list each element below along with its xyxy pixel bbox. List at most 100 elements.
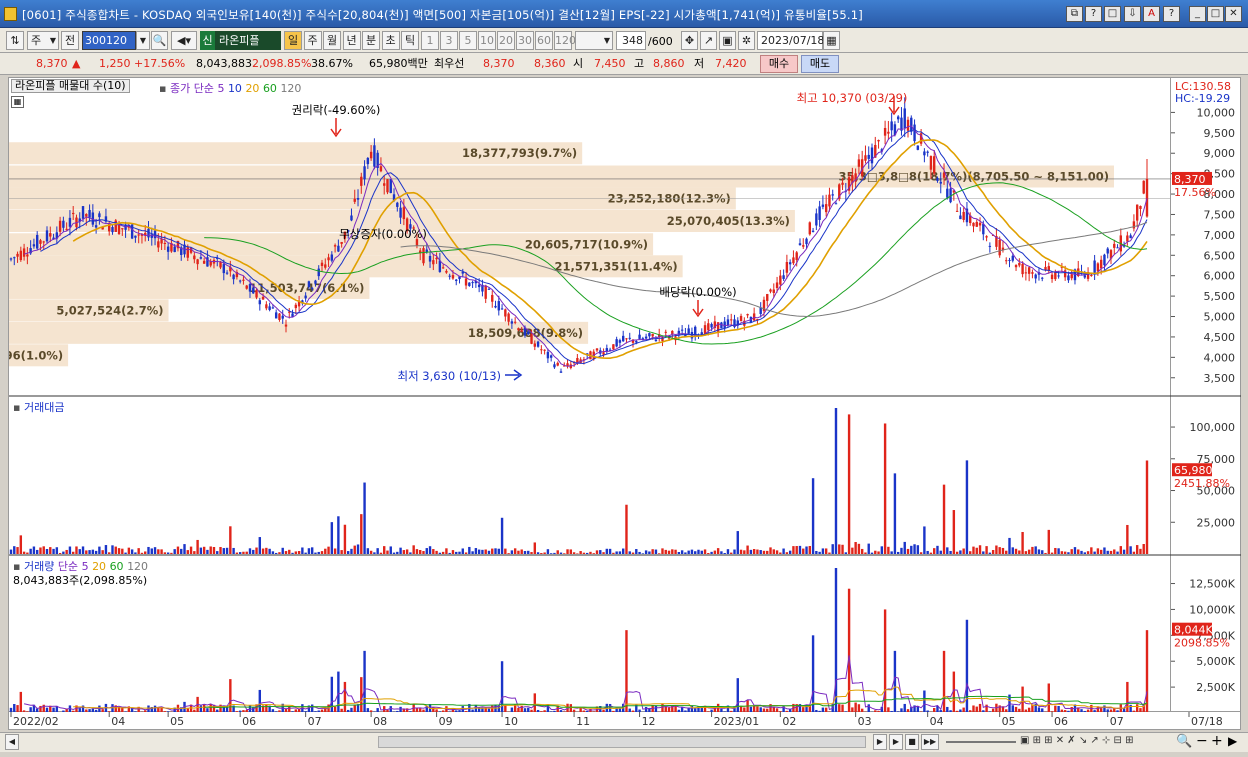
interval-button-60[interactable]: 60 (535, 31, 553, 50)
save-icon[interactable]: ▣ (719, 31, 736, 50)
interval-button-1[interactable]: 1 (421, 31, 439, 50)
amount-bar (435, 550, 438, 554)
volume-tag-label: 8,044K (1174, 624, 1213, 637)
scroll-thumb[interactable] (378, 736, 866, 748)
amount-bar (517, 550, 520, 554)
amount-bar (530, 552, 533, 554)
date-input[interactable]: 2023/07/18 (757, 31, 824, 50)
sell-button[interactable]: 매도 (801, 55, 839, 73)
amount-bar (527, 550, 530, 554)
close-button[interactable]: ✕ (1225, 6, 1242, 22)
buy-button[interactable]: 매수 (760, 55, 798, 73)
restore-link-icon[interactable]: ⧉ (1066, 6, 1083, 22)
count-input[interactable]: 348 (616, 31, 646, 50)
scroll-left-icon[interactable]: ◀ (5, 734, 19, 750)
candle-body (314, 280, 317, 284)
amount-bar (1099, 549, 1103, 554)
period-tab-5[interactable]: 초 (381, 31, 400, 50)
help-icon[interactable]: ? (1085, 6, 1102, 22)
amount-bar (196, 539, 199, 554)
high-annotation: 최고 10,370 (03/29) (797, 91, 908, 105)
interval-dropdown[interactable]: ▼ (575, 31, 613, 50)
draw-tools-icon[interactable]: ▣ ⊞ ⊞ ✕ ✗ ↘ ↗ ⊹ ⊟ ⊞ (1020, 735, 1133, 746)
amount-bar (163, 552, 167, 554)
gear-icon[interactable]: ✲ (738, 31, 755, 50)
amount-bar (140, 552, 144, 554)
interval-button-5[interactable]: 5 (459, 31, 477, 50)
period-tab-2[interactable]: 월 (323, 31, 341, 50)
candle-body (638, 334, 641, 339)
candle-body (625, 338, 628, 340)
volume-bars (9, 568, 1149, 713)
candle-body (19, 250, 23, 261)
zoom-plus-icon[interactable]: + (1211, 733, 1223, 749)
candle-body (248, 284, 252, 292)
candle-body (513, 321, 517, 323)
candle-body (1057, 275, 1060, 277)
candle-body (612, 344, 615, 350)
draw-line-icon[interactable]: ↗ (700, 31, 717, 50)
search-icon[interactable]: 🔍 (151, 31, 168, 50)
maximize-button[interactable]: □ (1207, 6, 1224, 22)
interval-button-3[interactable]: 3 (440, 31, 458, 50)
minimize-button[interactable]: _ (1189, 6, 1206, 22)
amount-bar (461, 548, 464, 554)
calendar-icon[interactable]: ▦ (823, 31, 840, 50)
amount-bar (317, 551, 320, 554)
signal-badge[interactable]: 신 (200, 31, 215, 50)
candle-body (238, 280, 242, 282)
window-icon[interactable]: □ (1104, 6, 1121, 22)
amount-bar (268, 548, 271, 554)
font-icon[interactable]: A (1143, 6, 1160, 22)
period-tab-0[interactable]: 일 (284, 31, 302, 50)
period-select[interactable]: 주 ▼ (27, 31, 59, 50)
interval-button-30[interactable]: 30 (516, 31, 534, 50)
volume-profile-label: 21,571,351(11.4%) (554, 259, 677, 273)
zoom-minus-icon[interactable]: − (1196, 733, 1208, 749)
price-panel-title[interactable]: 라온피플 매물대 수(10) (11, 79, 130, 93)
amount-bar (965, 460, 969, 554)
period-tab-6[interactable]: 틱 (401, 31, 419, 50)
interval-button-10[interactable]: 10 (478, 31, 496, 50)
stock-code-input[interactable]: 300120 (82, 31, 136, 50)
chart-area[interactable]: 35,3□3,8□8(18.7%)(8,705.50 ~ 8,151.00) 18… (8, 77, 1172, 713)
candle-body (255, 290, 258, 298)
best-quote-label: 최우선 (434, 57, 465, 70)
candle-body (268, 306, 271, 310)
period-tab-4[interactable]: 분 (362, 31, 380, 50)
amount-bar (206, 549, 209, 554)
amount-bar (278, 552, 281, 554)
cursor-icon[interactable]: ✥ (681, 31, 698, 50)
amount-bar (1031, 546, 1034, 554)
chart-canvas[interactable]: 35,3□3,8□8(18.7%)(8,705.50 ~ 8,151.00)18… (9, 78, 1172, 713)
grid-icon[interactable]: ▦ (11, 96, 24, 108)
amount-bar (811, 478, 815, 554)
interval-button-20[interactable]: 20 (497, 31, 515, 50)
pin-icon[interactable]: ⇅ (6, 31, 24, 50)
interval-button-120[interactable]: 120 (554, 31, 576, 50)
stop-icon[interactable]: ■ (905, 734, 919, 750)
save-screen-icon[interactable]: ⇩ (1124, 6, 1141, 22)
zoom-out-icon[interactable]: 🔍 (1176, 734, 1192, 749)
period-tab-1[interactable]: 주 (303, 31, 322, 50)
current-price: 8,370 (36, 57, 68, 70)
x-tick-label: 04 (930, 715, 944, 728)
amount-bar (946, 547, 949, 554)
amount-bar (867, 543, 870, 554)
amount-bar (1018, 550, 1021, 554)
volume-bar (811, 635, 815, 713)
low-annotation: 최저 3,630 (10/13) (397, 369, 501, 383)
zoom-slider[interactable] (946, 741, 1016, 743)
play-icon[interactable]: ▶ (889, 734, 903, 750)
scroll-right-icon[interactable]: ▶ (873, 734, 887, 750)
period-tab-3[interactable]: 년 (342, 31, 361, 50)
code-dropdown-icon[interactable]: ▼ (136, 31, 150, 50)
question-icon[interactable]: ? (1163, 6, 1180, 22)
candle-body (363, 166, 366, 180)
prev-button[interactable]: 전 (61, 31, 79, 50)
amount-bar (307, 548, 311, 554)
zoom-right-icon[interactable]: ▶ (1228, 734, 1237, 748)
candle-body (792, 257, 795, 264)
speaker-icon[interactable]: ◀▾ (171, 31, 197, 50)
fast-forward-icon[interactable]: ▶▶ (921, 734, 939, 750)
